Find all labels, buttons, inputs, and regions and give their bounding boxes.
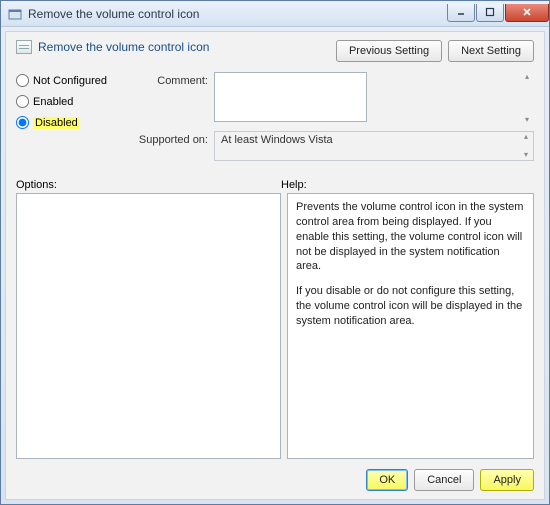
supported-on-value: At least Windows Vista: [221, 134, 333, 146]
options-label: Options:: [16, 179, 281, 191]
client-area: Remove the volume control icon Previous …: [5, 31, 545, 500]
policy-title: Remove the volume control icon: [38, 40, 209, 54]
window-title: Remove the volume control icon: [28, 7, 446, 21]
app-icon: [7, 6, 23, 22]
cancel-button[interactable]: Cancel: [414, 469, 474, 491]
previous-setting-button[interactable]: Previous Setting: [336, 40, 442, 62]
supported-scrollbar[interactable]: ▴▾: [520, 133, 532, 159]
radio-disabled-input[interactable]: [16, 116, 29, 129]
help-panel: Prevents the volume control icon in the …: [287, 193, 534, 459]
policy-icon: [16, 40, 32, 54]
state-radio-group: Not Configured Enabled Disabled: [16, 72, 116, 167]
comment-label: Comment:: [126, 72, 208, 87]
radio-disabled-label: Disabled: [33, 117, 80, 129]
comment-textarea[interactable]: [214, 72, 367, 122]
titlebar[interactable]: Remove the volume control icon: [1, 1, 549, 27]
window-buttons: [446, 4, 549, 24]
options-panel: [16, 193, 281, 459]
radio-not-configured-label: Not Configured: [33, 75, 107, 87]
close-button[interactable]: [505, 4, 549, 22]
help-paragraph-1: Prevents the volume control icon in the …: [296, 200, 525, 274]
help-paragraph-2: If you disable or do not configure this …: [296, 284, 525, 329]
supported-on-value-box: At least Windows Vista ▴▾: [214, 131, 534, 161]
help-label: Help:: [281, 179, 534, 191]
dialog-window: Remove the volume control icon Remove th…: [0, 0, 550, 505]
next-setting-button[interactable]: Next Setting: [448, 40, 534, 62]
radio-enabled[interactable]: Enabled: [16, 95, 116, 108]
apply-button[interactable]: Apply: [480, 469, 534, 491]
ok-button[interactable]: OK: [366, 469, 408, 491]
supported-on-label: Supported on:: [126, 131, 208, 146]
maximize-button[interactable]: [476, 4, 504, 22]
radio-not-configured[interactable]: Not Configured: [16, 74, 116, 87]
radio-not-configured-input[interactable]: [16, 74, 29, 87]
radio-enabled-label: Enabled: [33, 96, 73, 108]
comment-scrollbar[interactable]: ▴▾: [521, 73, 533, 124]
minimize-button[interactable]: [447, 4, 475, 22]
radio-enabled-input[interactable]: [16, 95, 29, 108]
radio-disabled[interactable]: Disabled: [16, 116, 116, 129]
